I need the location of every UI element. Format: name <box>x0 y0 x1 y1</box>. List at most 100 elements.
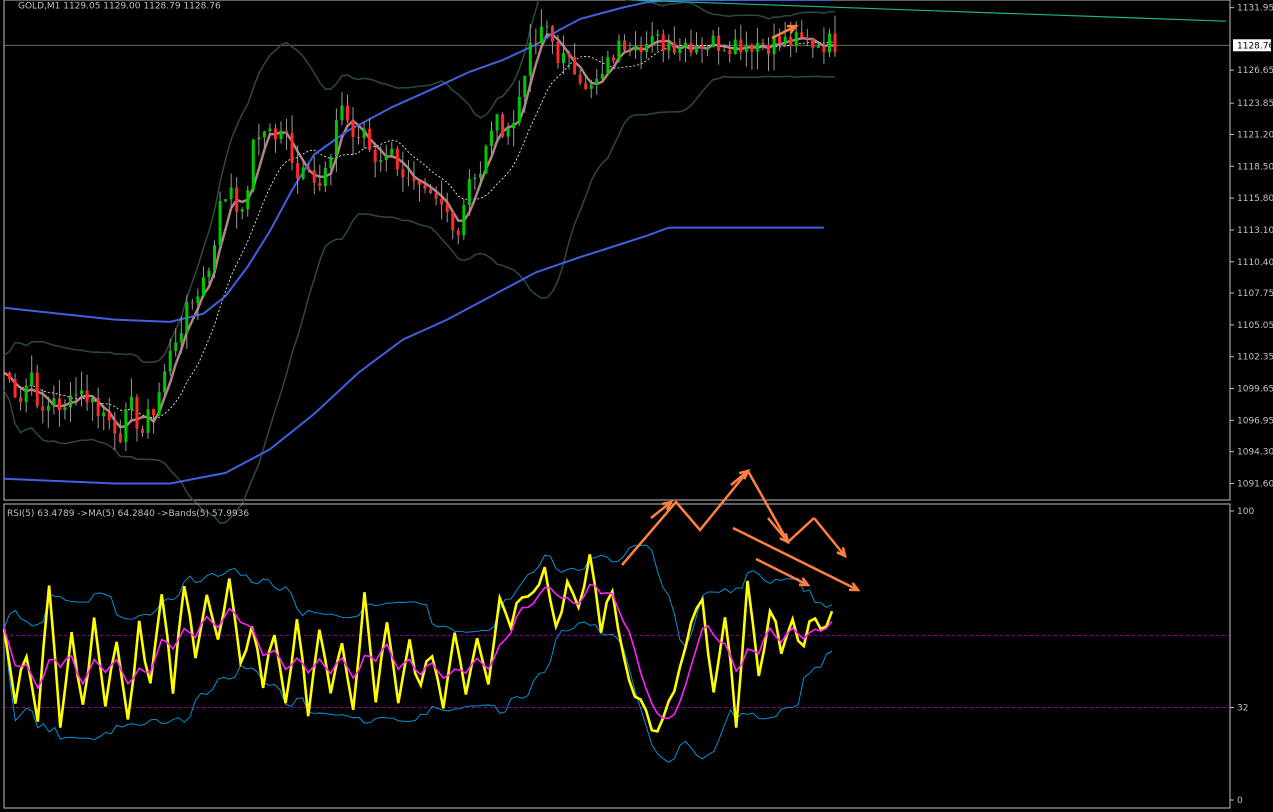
candle-body <box>700 45 704 49</box>
candle-body <box>811 39 815 48</box>
candle-body <box>279 130 283 140</box>
candle-body <box>650 35 654 44</box>
candle-body <box>224 199 228 202</box>
candle-body <box>141 428 144 433</box>
candle-body <box>429 188 433 194</box>
candle-body <box>323 167 327 187</box>
candle-body <box>600 74 604 80</box>
candle-body <box>573 56 577 75</box>
candle-body <box>8 372 12 380</box>
candle-body <box>379 160 383 162</box>
candle-body <box>174 342 178 351</box>
candle-body <box>152 409 156 416</box>
candle-body <box>68 395 72 408</box>
price-tick-label: 1096.95 <box>1237 416 1273 426</box>
price-tick-label: 1123.85 <box>1237 99 1273 109</box>
candle-body <box>462 205 466 236</box>
candle-body <box>46 405 50 411</box>
candle-body <box>717 35 721 52</box>
candle-body <box>240 209 244 212</box>
candle-body <box>556 42 560 64</box>
candle-body <box>589 84 593 89</box>
candle-body <box>639 46 643 52</box>
candle-body <box>816 45 820 48</box>
candle-body <box>251 139 255 191</box>
candle-body <box>606 57 610 75</box>
candle-body <box>113 420 117 434</box>
candle-body <box>157 392 161 416</box>
candle-body <box>118 433 122 443</box>
candle-body <box>767 44 771 55</box>
candle-body <box>301 167 305 179</box>
candle-body <box>345 105 349 121</box>
candle-body <box>179 333 183 343</box>
candle-body <box>628 50 632 52</box>
rsi-tick-label: 0 <box>1237 796 1243 806</box>
candle-body <box>312 170 316 183</box>
candle-body <box>268 128 272 132</box>
candle-body <box>19 397 23 403</box>
candle-body <box>85 390 89 403</box>
candle-body <box>74 394 78 396</box>
candle-body <box>512 122 516 129</box>
candle-body <box>451 212 455 231</box>
candle-body <box>57 398 61 411</box>
candle-body <box>63 407 67 411</box>
candle-body <box>678 47 682 54</box>
candle-body <box>761 42 765 45</box>
candle-body <box>218 201 222 246</box>
candle-body <box>739 39 743 53</box>
price-tick-label: 1121.20 <box>1237 130 1273 140</box>
candle-body <box>52 398 56 406</box>
candle-body <box>822 45 826 53</box>
candle-body <box>124 409 128 443</box>
candle-body <box>672 42 676 54</box>
candle-body <box>595 79 599 85</box>
candle-body <box>445 204 449 213</box>
candle-body <box>146 409 150 433</box>
candle-body <box>495 114 499 131</box>
candle-body <box>528 42 532 76</box>
candle-body <box>13 379 17 398</box>
candle-body <box>24 385 28 403</box>
candle-body <box>30 372 34 386</box>
candle-body <box>168 350 172 372</box>
price-tick-label: 1107.75 <box>1237 289 1273 299</box>
candle-body <box>368 128 372 150</box>
candle-body <box>80 390 84 395</box>
candle-body <box>827 33 831 53</box>
candle-body <box>129 396 133 410</box>
rsi-tick-label: 100 <box>1237 507 1254 517</box>
price-tick-label: 1110.40 <box>1237 258 1273 268</box>
candle-body <box>163 371 167 393</box>
price-panel-title: GOLD,M1 1129.05 1129.00 1128.79 1128.76 <box>18 2 221 12</box>
current-price-label: 1128.76 <box>1237 41 1273 51</box>
candle-body <box>456 230 460 236</box>
candle-body <box>833 33 837 53</box>
candle-body <box>296 163 300 179</box>
candle-body <box>423 184 427 189</box>
candle-body <box>290 133 294 164</box>
candle-body <box>617 40 621 61</box>
candle-body <box>733 39 737 55</box>
candle-body <box>334 120 338 157</box>
candle-body <box>307 167 311 171</box>
candle-body <box>789 36 793 47</box>
price-tick-label: 1094.30 <box>1237 448 1273 458</box>
candle-body <box>517 96 521 123</box>
candle-body <box>262 131 266 138</box>
candle-body <box>91 398 95 403</box>
candle-body <box>634 46 638 51</box>
candle-body <box>384 154 388 161</box>
candle-body <box>711 35 715 48</box>
candle-body <box>362 128 366 139</box>
candle-body <box>395 148 399 170</box>
candle-body <box>201 277 205 297</box>
trading-chart[interactable]: 1131.95 1126.65 1123.85 1121.20 1118.50 1115.… <box>0 0 1273 812</box>
candle-body <box>41 406 45 411</box>
candle-body <box>695 45 698 53</box>
candle-body <box>750 44 754 52</box>
candle-body <box>550 26 554 43</box>
candle-body <box>800 32 804 38</box>
candle-body <box>722 50 726 52</box>
